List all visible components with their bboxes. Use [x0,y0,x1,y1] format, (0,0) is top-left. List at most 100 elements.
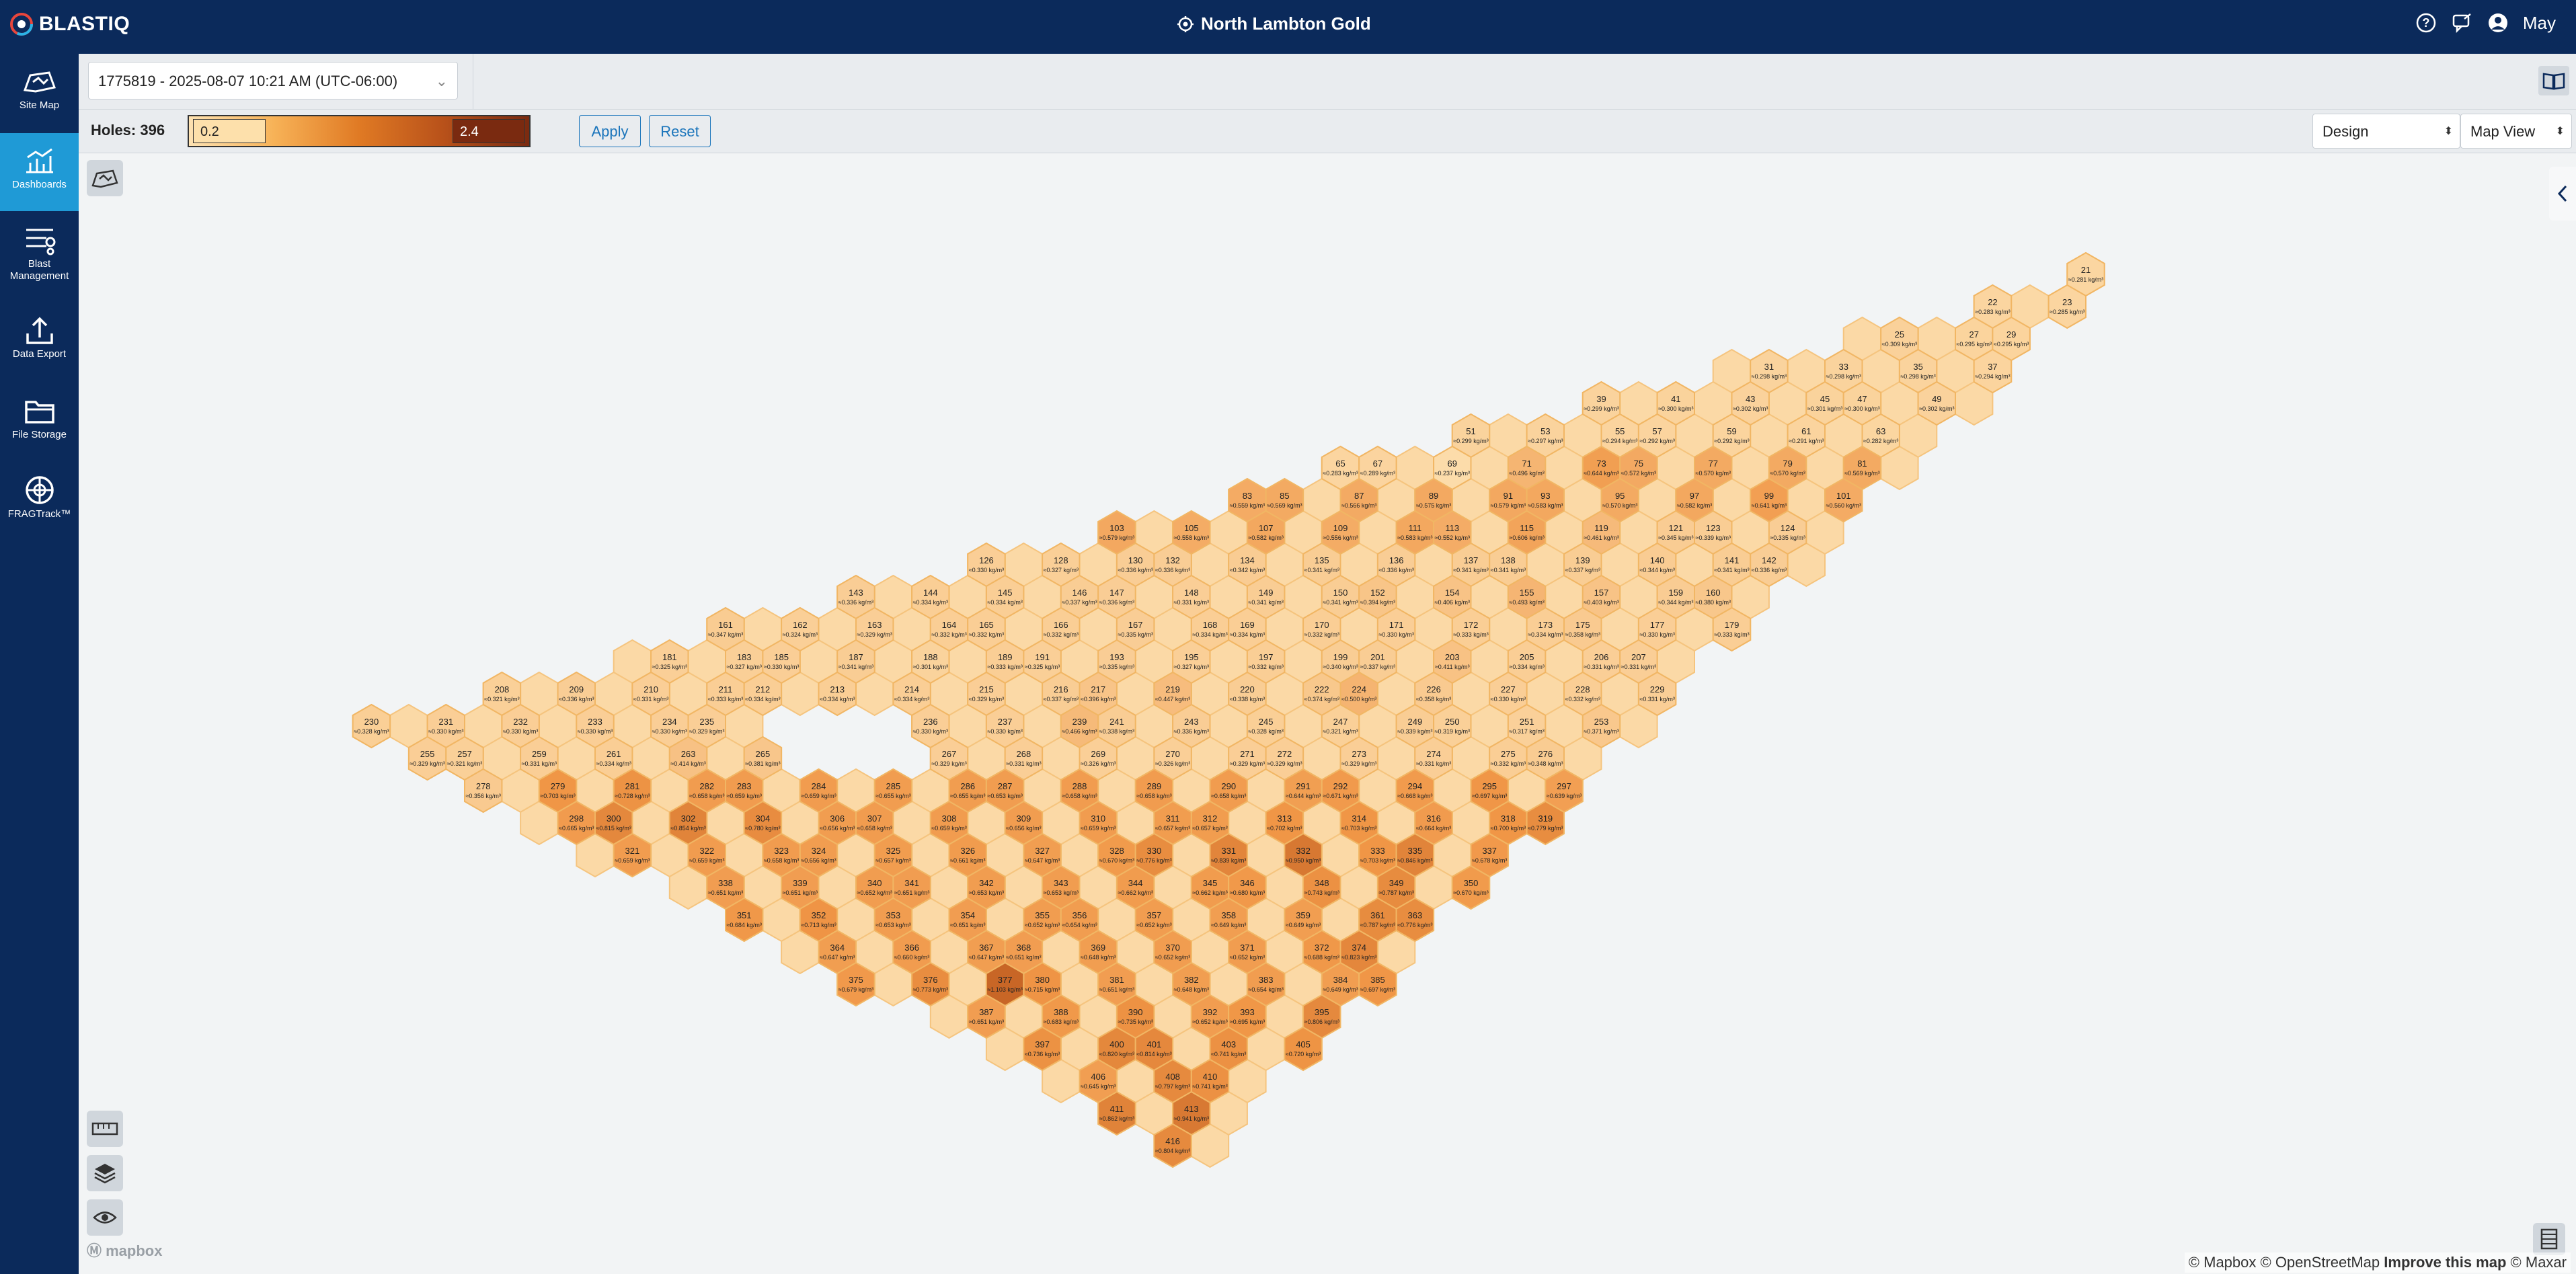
hole-value-label: ≈0.659 kg/m³ [689,857,724,864]
hole-value-label: ≈0.658 kg/m³ [1211,793,1246,799]
hole-id-label: 411 [1110,1104,1124,1114]
table-view-button[interactable] [2533,1223,2565,1255]
apply-button[interactable]: Apply [579,115,641,147]
site-selector[interactable]: North Lambton Gold [1177,13,1371,34]
hole-id-label: 177 [1650,620,1665,630]
hole-value-label: ≈0.344 kg/m³ [1658,599,1693,606]
hole-value-label: ≈0.345 kg/m³ [1658,534,1693,541]
hole-id-label: 161 [718,620,733,630]
sidebar-item-site-map[interactable]: Site Map [0,54,79,132]
hole-value-label: ≈0.652 kg/m³ [1025,922,1060,928]
hole-value-label: ≈0.334 kg/m³ [1528,631,1563,638]
logo-text: BLASTIQ [39,13,130,35]
hole-id-label: 93 [1540,491,1550,501]
hole-value-label: ≈0.283 kg/m³ [1975,309,2010,315]
site-map-icon [91,169,118,188]
attribution-maxar[interactable]: © Maxar [2511,1254,2567,1271]
blast-pattern-map[interactable]: 21≈0.281 kg/m³ 22 ≈0.283 kg/m³ 23 ≈0.285 kg/… [79,153,2576,1274]
hole-value-label: ≈0.466 kg/m³ [1062,728,1097,735]
mapbox-logo[interactable]: Ⓜ mapbox [87,1239,162,1261]
open-book-button[interactable] [2538,66,2569,95]
hole-id-label: 79 [1783,459,1792,469]
map-style-button[interactable] [87,160,123,196]
hole-id-label: 312 [1203,813,1218,824]
visibility-button[interactable] [87,1199,123,1236]
hole-id-label: 150 [1333,588,1348,598]
hole-id-label: 35 [1913,362,1922,372]
blast-select-dropdown[interactable]: 1775819 - 2025-08-07 10:21 AM (UTC-06:00… [88,62,458,99]
hole-id-label: 265 [756,749,771,759]
hole-value-label: ≈0.358 kg/m³ [1565,631,1600,638]
hole-value-label: ≈0.651 kg/m³ [1099,986,1134,993]
view-select[interactable]: Map View ⬍ [2460,114,2572,149]
hole-id-label: 119 [1594,523,1608,533]
hole-value-label: ≈0.671 kg/m³ [1323,793,1358,799]
hole-id-label: 349 [1389,878,1404,888]
hole-id-label: 368 [1017,943,1031,953]
sidebar-item-dashboards[interactable]: Dashboards [0,133,79,211]
hole-id-label: 187 [849,652,863,662]
hole-value-label: ≈0.329 kg/m³ [1341,760,1376,767]
hole-id-label: 217 [1091,684,1105,694]
hole-value-label: ≈0.579 kg/m³ [1491,502,1526,509]
sidebar-item-fragtrack[interactable]: FRAGTrack™ [0,463,79,541]
hole-id-label: 237 [998,717,1013,727]
hole-value-label: ≈0.651 kg/m³ [1006,954,1041,961]
hole-id-label: 397 [1035,1039,1050,1049]
sidebar-item-blast-management[interactable]: Blast Management [0,212,79,300]
hole-value-label: ≈0.335 kg/m³ [1770,534,1805,541]
hole-value-label: ≈0.644 kg/m³ [1286,793,1321,799]
hole-id-label: 380 [1035,975,1050,985]
svg-text:?: ? [2422,16,2429,30]
layers-button[interactable] [87,1155,123,1191]
hole-id-label: 142 [1762,555,1777,565]
blast-select-value: 1775819 - 2025-08-07 10:21 AM (UTC-06:00… [98,73,398,89]
hole-layer: 21≈0.281 kg/m³ 22 ≈0.283 kg/m³ 23 ≈0.285 kg/… [352,251,2105,1168]
hole-value-label: ≈0.697 kg/m³ [1360,986,1395,993]
user-name[interactable]: May [2523,13,2556,34]
collapse-panel-button[interactable] [2549,167,2576,221]
hole-value-label: ≈0.652 kg/m³ [1192,1019,1227,1025]
hole-id-label: 224 [1352,684,1366,694]
ruler-tool-button[interactable] [87,1111,123,1147]
hole-value-label: ≈0.328 kg/m³ [1248,728,1283,735]
feedback-icon[interactable] [2452,12,2473,34]
hole-id-label: 357 [1147,910,1162,920]
sidebar-item-data-export[interactable]: Data Export [0,303,79,381]
scale-min-input[interactable]: 0.2 [193,119,266,143]
hole-id-label: 370 [1165,943,1180,953]
hole-value-label: ≈0.702 kg/m³ [1267,825,1302,832]
hole-id-label: 141 [1725,555,1740,565]
hole-value-label: ≈0.381 kg/m³ [745,760,780,767]
hole-value-label: ≈0.658 kg/m³ [764,857,799,864]
hole-id-label: 243 [1184,717,1199,727]
hole-id-label: 331 [1221,846,1236,856]
user-avatar-icon[interactable] [2488,13,2508,33]
hole-id-label: 343 [1054,878,1068,888]
sidebar-item-file-storage[interactable]: File Storage [0,383,79,461]
attribution-copyright[interactable]: © Mapbox © OpenStreetMap [2189,1254,2380,1271]
view-select-value: Map View [2470,123,2536,140]
reset-button[interactable]: Reset [649,115,711,147]
hole-id-label: 29 [2006,329,2016,340]
hole-value-label: ≈0.815 kg/m³ [596,825,631,832]
hole-value-label: ≈0.237 kg/m³ [1435,470,1470,477]
blast-hole[interactable]: 230≈0.328 kg/m³ [352,703,391,749]
hole-id-label: 23 [2062,297,2072,307]
hole-id-label: 249 [1407,717,1422,727]
hole-value-label: ≈0.330 kg/m³ [1378,631,1413,638]
ruler-icon [91,1122,118,1136]
app-logo[interactable]: BLASTIQ [9,12,130,36]
map-canvas[interactable]: 21 ≈0.281 kg/m³ 22 ≈0.283 kg/m³ 23 ≈0.285 kg/… [79,153,2576,1274]
hole-value-label: ≈0.332 kg/m³ [931,631,966,638]
hole-value-label: ≈0.358 kg/m³ [1416,696,1451,703]
hole-id-label: 346 [1240,878,1255,888]
scale-max-input[interactable]: 2.4 [453,119,525,143]
help-icon[interactable]: ? [2415,12,2437,34]
hole-id-label: 294 [1407,781,1422,791]
hole-value-label: ≈0.447 kg/m³ [1155,696,1190,703]
improve-map-link[interactable]: Improve this map [2384,1254,2506,1271]
hole-value-label: ≈0.797 kg/m³ [1155,1083,1190,1090]
design-select[interactable]: Design ⬍ [2312,114,2460,149]
hole-id-label: 22 [1988,297,1997,307]
